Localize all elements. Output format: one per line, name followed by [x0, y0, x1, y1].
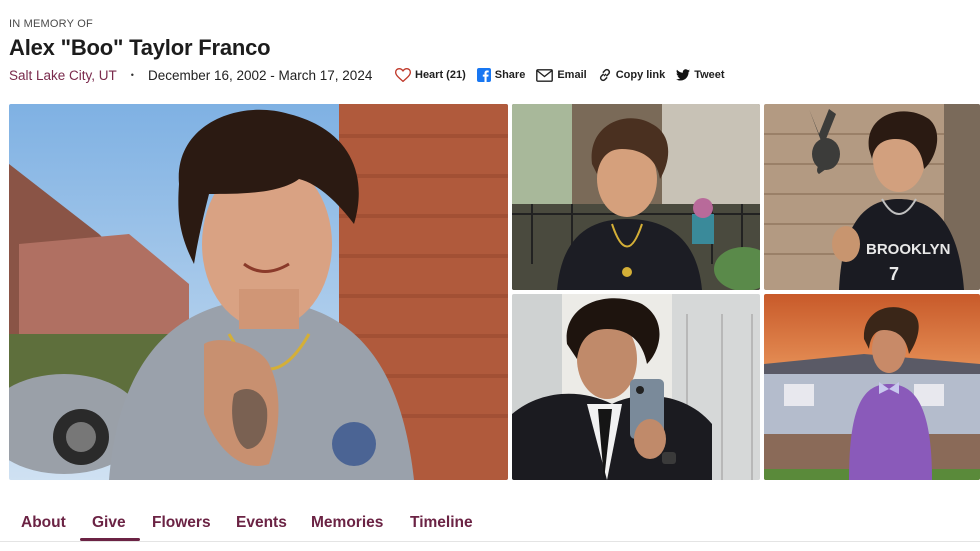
memorial-tabs: About Give Flowers Events Memories Timel… — [0, 505, 980, 551]
email-button[interactable]: Email — [536, 68, 587, 82]
copy-link-label: Copy link — [615, 69, 666, 81]
tab-memories[interactable]: Memories — [311, 514, 383, 532]
svg-text:7: 7 — [889, 264, 899, 284]
tab-timeline[interactable]: Timeline — [410, 514, 473, 532]
tab-flowers[interactable]: Flowers — [152, 514, 211, 532]
tweet-label: Tweet — [694, 69, 725, 81]
share-actions: Heart (21) Share Email Copy link Tweet — [395, 66, 725, 84]
tab-about[interactable]: About — [21, 514, 66, 532]
svg-text:BROOKLYN: BROOKLYN — [866, 241, 950, 258]
tweet-button[interactable]: Tweet — [676, 69, 725, 81]
tab-give[interactable]: Give — [92, 514, 126, 532]
location-link[interactable]: Salt Lake City, UT — [9, 68, 117, 83]
tab-events[interactable]: Events — [236, 514, 287, 532]
gallery-photo-3[interactable]: BROOKLYN 7 — [764, 104, 980, 290]
gallery-photo-4[interactable] — [512, 294, 760, 480]
memorial-meta: Salt Lake City, UT • December 16, 2002 -… — [9, 67, 372, 83]
heart-icon — [395, 68, 411, 82]
in-memory-label: IN MEMORY OF — [9, 18, 93, 30]
life-dates: December 16, 2002 - March 17, 2024 — [147, 67, 373, 83]
share-label: Share — [494, 69, 526, 81]
copy-link-button[interactable]: Copy link — [598, 68, 666, 82]
heart-button[interactable]: Heart (21) — [395, 68, 466, 82]
heart-label: Heart (21) — [415, 69, 466, 81]
facebook-share-button[interactable]: Share — [476, 68, 526, 82]
active-tab-indicator — [80, 538, 140, 541]
main-photo[interactable] — [9, 104, 508, 480]
gallery-photo-5[interactable] — [764, 294, 980, 480]
meta-separator: • — [130, 70, 134, 80]
twitter-icon — [676, 69, 691, 81]
gallery-photo-2[interactable] — [512, 104, 760, 290]
email-label: Email — [557, 69, 587, 81]
tabs-divider — [0, 541, 980, 542]
envelope-icon — [536, 68, 554, 82]
facebook-icon — [476, 68, 491, 82]
deceased-name: Alex "Boo" Taylor Franco — [9, 35, 271, 60]
link-icon — [598, 68, 612, 82]
